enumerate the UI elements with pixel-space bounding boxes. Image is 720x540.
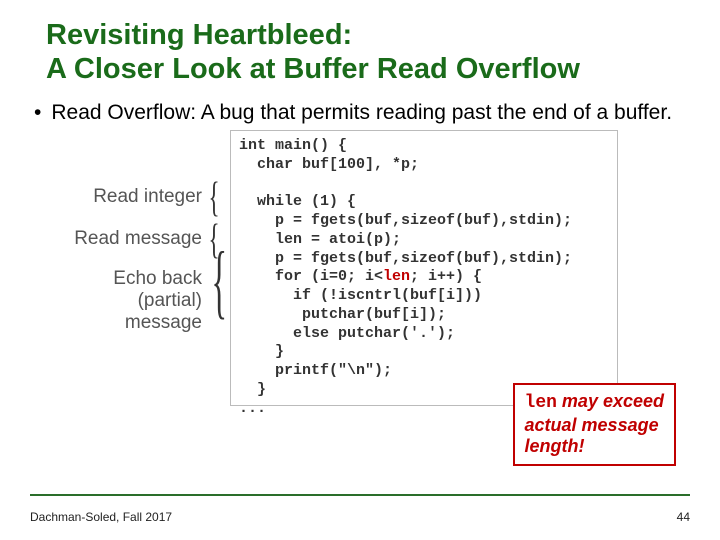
bullet-text: Read Overflow: A bug that permits readin…: [51, 100, 672, 126]
code-line: char buf[100], *p;: [239, 156, 419, 173]
code-line-part: for (i=0; i<: [239, 268, 383, 285]
code-line: p = fgets(buf,sizeof(buf),stdin);: [239, 212, 572, 229]
page-number: 44: [677, 510, 690, 524]
slide: Revisiting Heartbleed: A Closer Look at …: [0, 0, 720, 540]
label-echo-back: Echo back (partial) message: [113, 268, 202, 334]
code-line-part: ; i++) {: [410, 268, 482, 285]
code-line: ...: [239, 400, 266, 417]
code-highlight-len: len: [383, 268, 410, 285]
code-line: p = fgets(buf,sizeof(buf),stdin);: [239, 250, 572, 267]
brace-icon: {: [209, 174, 220, 222]
code-line: int main() {: [239, 137, 347, 154]
bullet-item: • Read Overflow: A bug that permits read…: [34, 100, 690, 126]
code-line: if (!iscntrl(buf[i])): [239, 287, 482, 304]
code-line: len = atoi(p);: [239, 231, 401, 248]
footer-divider: [30, 494, 690, 496]
callout-text-3: length!: [525, 436, 585, 456]
code-line: }: [239, 343, 284, 360]
callout-text-2: actual message: [525, 415, 659, 435]
brace-icon: {: [212, 234, 228, 329]
label-echo-l2: (partial): [138, 290, 202, 311]
slide-title: Revisiting Heartbleed: A Closer Look at …: [46, 18, 690, 86]
code-line: putchar(buf[i]);: [239, 306, 446, 323]
title-line-1: Revisiting Heartbleed:: [46, 19, 352, 51]
callout-text-1: may exceed: [557, 391, 664, 411]
callout-mono: len: [525, 393, 557, 413]
code-line: }: [239, 381, 266, 398]
footer-author: Dachman-Soled, Fall 2017: [30, 510, 172, 524]
code-block: int main() { char buf[100], *p; while (1…: [230, 130, 618, 406]
warning-callout: len may exceed actual message length!: [513, 383, 676, 466]
title-line-2: A Closer Look at Buffer Read Overflow: [46, 53, 580, 85]
label-read-integer: Read integer: [93, 186, 202, 208]
label-read-message: Read message: [74, 228, 202, 250]
bullet-dot-icon: •: [34, 100, 41, 126]
code-line: printf("\n");: [239, 362, 392, 379]
label-echo-l3: message: [125, 312, 202, 333]
code-line: while (1) {: [239, 193, 356, 210]
label-echo-l1: Echo back: [113, 268, 202, 289]
code-line: else putchar('.');: [239, 325, 455, 342]
